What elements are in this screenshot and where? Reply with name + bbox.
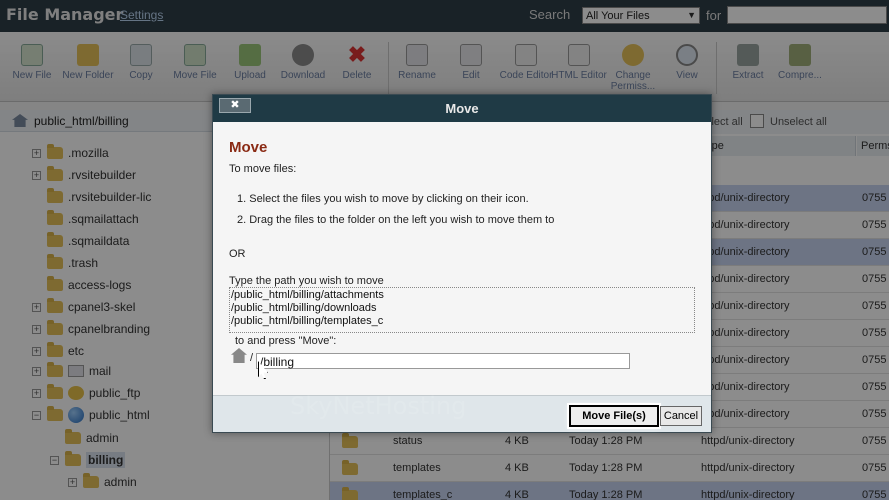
selected-paths-box: /public_html/billing/attachments /public… <box>229 287 695 333</box>
press-move-text: to and press "Move": <box>235 335 337 347</box>
destination-prefix: / <box>250 352 254 364</box>
selected-path: /public_html/billing/downloads <box>231 302 377 314</box>
selected-path: /public_html/billing/templates_c <box>231 315 384 327</box>
destination-path-input[interactable]: /billing <box>256 353 630 369</box>
dialog-heading: Move <box>229 139 268 156</box>
step-1-text: 1. Select the files you wish to move by … <box>237 193 529 205</box>
watermark-logo: SkyNetHosting <box>290 392 467 420</box>
step-2-text: 2. Drag the files to the folder on the l… <box>237 214 555 226</box>
move-dialog: Move ✖ Move To move files: 1. Select the… <box>212 94 712 433</box>
move-files-button[interactable]: Move File(s) <box>567 403 661 429</box>
selected-path: /public_html/billing/attachments <box>231 289 384 301</box>
path-prompt: Type the path you wish to move <box>229 275 384 287</box>
dialog-titlebar: Move ✖ <box>213 95 711 122</box>
or-text: OR <box>229 248 246 260</box>
close-button[interactable]: ✖ <box>219 98 251 113</box>
home-icon <box>231 348 247 363</box>
intro-text: To move files: <box>229 163 297 175</box>
cancel-button[interactable]: Cancel <box>660 406 702 426</box>
dialog-title: Move <box>445 101 479 116</box>
